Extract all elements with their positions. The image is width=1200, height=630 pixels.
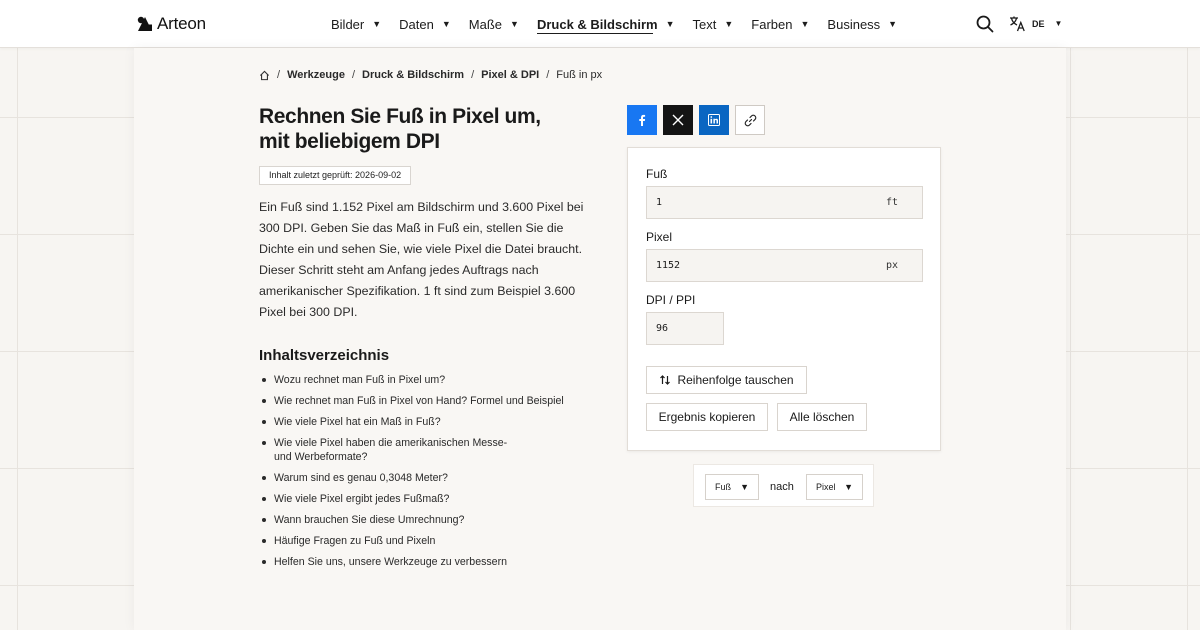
facebook-icon xyxy=(639,114,646,126)
breadcrumb-item-pixel-dpi[interactable]: Pixel & DPI xyxy=(481,69,539,81)
toc-item[interactable]: Wie rechnet man Fuß in Pixel von Hand? F… xyxy=(259,394,599,408)
toc-item[interactable]: Wann brauchen Sie diese Umrechnung? xyxy=(259,513,599,527)
home-icon[interactable] xyxy=(259,70,270,81)
nav-item-label: Maße xyxy=(468,16,503,32)
reviewed-date-badge: Inhalt zuletzt geprüft: 2026-09-02 xyxy=(259,166,412,185)
nav-item-daten[interactable]: Daten ▼ xyxy=(399,0,451,48)
chevron-down-icon: ▼ xyxy=(665,19,675,29)
linkedin-icon xyxy=(708,114,720,126)
share-x-button[interactable] xyxy=(663,105,693,135)
intro-paragraph: Ein Fuß sind 1.152 Pixel am Bildschirm u… xyxy=(259,200,584,319)
pixel-field-wrapper: px xyxy=(646,249,923,282)
chevron-down-icon: ▼ xyxy=(441,19,451,29)
feet-field-wrapper: ft xyxy=(646,186,923,219)
unit-selector-bar: Fuß ▼ nach Pixel ▼ xyxy=(693,464,874,507)
nav-item-bilder[interactable]: Bilder ▼ xyxy=(331,0,381,48)
translate-icon xyxy=(1010,16,1025,32)
breadcrumb-separator: / xyxy=(546,69,550,81)
feet-unit: ft xyxy=(885,197,898,208)
breadcrumb-separator: / xyxy=(277,69,281,81)
feet-input[interactable] xyxy=(647,187,922,218)
converter-panel: Fuß ft Pixel px DPI / PPI Reihenfolge ta… xyxy=(627,147,941,451)
link-icon xyxy=(744,114,756,126)
from-unit-select[interactable]: Fuß ▼ xyxy=(705,474,759,500)
share-buttons xyxy=(627,105,765,135)
dpi-input[interactable] xyxy=(647,313,723,344)
toc-heading: Inhaltsverzeichnis xyxy=(259,347,390,364)
dpi-label: DPI / PPI xyxy=(646,293,696,307)
chevron-down-icon: ▼ xyxy=(724,19,734,29)
toc-item[interactable]: Wie viele Pixel haben die amerikanischen… xyxy=(259,436,521,464)
breadcrumb-current: Fuß in px xyxy=(556,69,603,81)
nav-item-label: Farben xyxy=(751,16,793,32)
feet-label: Fuß xyxy=(646,167,668,181)
toc-item[interactable]: Helfen Sie uns, unsere Werkzeuge zu verb… xyxy=(259,555,599,569)
main-nav: Bilder ▼ Daten ▼ Maße ▼ Druck & Bildschi… xyxy=(331,0,915,48)
breadcrumb-item-druck-bildschirm[interactable]: Druck & Bildschirm xyxy=(362,69,464,81)
search-icon xyxy=(976,15,994,33)
breadcrumb-separator: / xyxy=(351,69,355,81)
toc-item[interactable]: Warum sind es genau 0,3048 Meter? xyxy=(259,471,599,485)
pixel-input[interactable] xyxy=(647,250,922,281)
share-facebook-button[interactable] xyxy=(627,105,657,135)
chevron-down-icon: ▼ xyxy=(372,19,382,29)
top-navigation-bar: Arteon Bilder ▼ Daten ▼ Maße ▼ Druck & B… xyxy=(0,0,1200,48)
nav-item-label: Druck & Bildschirm xyxy=(536,16,658,32)
toc-item[interactable]: Häufige Fragen zu Fuß und Pixeln xyxy=(259,534,599,548)
to-unit-value: Pixel xyxy=(816,482,836,492)
table-of-contents: Wozu rechnet man Fuß in Pixel um? Wie re… xyxy=(259,373,599,576)
chevron-down-icon: ▼ xyxy=(800,19,810,29)
nav-item-label: Daten xyxy=(399,16,434,32)
breadcrumb-separator: / xyxy=(471,69,475,81)
chevron-down-icon: ▼ xyxy=(740,482,749,492)
copy-result-label: Ergebnis kopieren xyxy=(658,410,756,424)
breadcrumb: / Werkzeuge / Druck & Bildschirm / Pixel… xyxy=(259,69,602,81)
to-unit-select[interactable]: Pixel ▼ xyxy=(806,474,863,500)
nav-item-business[interactable]: Business ▼ xyxy=(827,0,897,48)
main-content: / Werkzeuge / Druck & Bildschirm / Pixel… xyxy=(134,48,1066,630)
copy-link-button[interactable] xyxy=(735,105,765,135)
chevron-down-icon: ▼ xyxy=(510,19,519,29)
clear-all-button[interactable]: Alle löschen xyxy=(777,403,867,431)
chevron-down-icon: ▼ xyxy=(888,19,898,29)
language-code: DE xyxy=(1032,18,1045,29)
nav-item-label: Business xyxy=(827,16,881,32)
clear-all-label: Alle löschen xyxy=(789,410,855,424)
swap-order-label: Reihenfolge tauschen xyxy=(677,373,794,387)
swap-order-button[interactable]: Reihenfolge tauschen xyxy=(646,366,807,394)
pixel-label: Pixel xyxy=(646,230,673,244)
dpi-field-wrapper xyxy=(646,312,724,345)
unit-connector: nach xyxy=(770,481,794,493)
toc-item[interactable]: Wozu rechnet man Fuß in Pixel um? xyxy=(259,373,599,387)
share-linkedin-button[interactable] xyxy=(699,105,729,135)
nav-item-text[interactable]: Text ▼ xyxy=(693,0,734,48)
brand-name: Arteon xyxy=(157,14,206,33)
from-unit-value: Fuß xyxy=(715,482,732,492)
language-switcher[interactable]: DE ▼ xyxy=(1009,15,1062,32)
nav-item-masse[interactable]: Maße ▼ xyxy=(469,0,519,48)
nav-item-label: Bilder xyxy=(331,16,365,32)
copy-result-button[interactable]: Ergebnis kopieren xyxy=(646,403,768,431)
search-button[interactable] xyxy=(976,15,994,33)
brand-logo-icon xyxy=(137,16,152,31)
page-title: Rechnen Sie Fuß in Pixel um, mit beliebi… xyxy=(259,105,541,153)
toc-item[interactable]: Wie viele Pixel hat ein Maß in Fuß? xyxy=(259,415,599,429)
chevron-down-icon: ▼ xyxy=(844,482,853,492)
brand-logo[interactable]: Arteon xyxy=(137,14,206,34)
chevron-down-icon: ▼ xyxy=(1054,19,1063,28)
nav-item-label: Text xyxy=(692,16,717,32)
x-icon xyxy=(672,114,684,126)
pixel-unit: px xyxy=(885,260,898,271)
breadcrumb-item-werkzeuge[interactable]: Werkzeuge xyxy=(287,69,345,81)
nav-item-farben[interactable]: Farben ▼ xyxy=(751,0,809,48)
toc-item[interactable]: Wie viele Pixel ergibt jedes Fußmaß? xyxy=(259,492,599,506)
swap-vertical-icon xyxy=(660,375,671,385)
nav-item-druck-bildschirm[interactable]: Druck & Bildschirm ▼ xyxy=(537,0,675,48)
